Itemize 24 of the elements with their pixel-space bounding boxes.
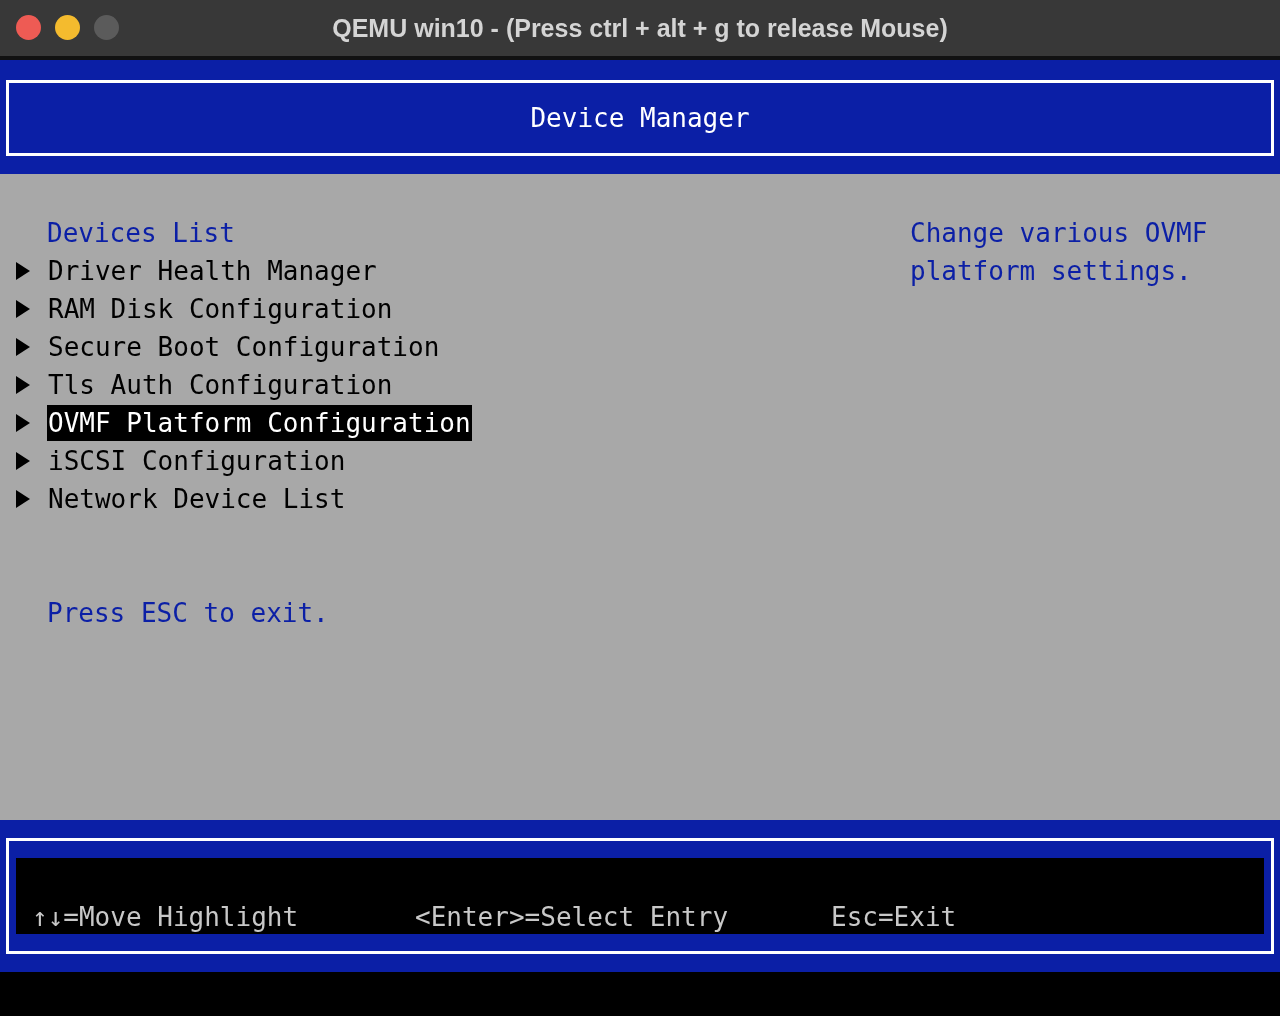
triangle-icon <box>16 490 30 508</box>
triangle-icon <box>16 452 30 470</box>
window-title: QEMU win10 - (Press ctrl + alt + g to release Mouse) <box>332 13 948 43</box>
help-text: Change various OVMF platform settings. <box>910 217 1209 288</box>
menu-item[interactable]: Driver Health Manager <box>47 253 378 289</box>
triangle-icon <box>16 338 30 356</box>
triangle-icon <box>16 414 30 432</box>
close-button[interactable] <box>16 15 41 40</box>
exit-hint: Press ESC to exit. <box>47 598 329 628</box>
section-title: Devices List <box>47 218 235 248</box>
triangle-icon <box>16 300 30 318</box>
page-title: Device Manager <box>530 103 750 133</box>
menu-item[interactable]: Tls Auth Configuration <box>47 367 394 403</box>
key-hint: <Enter>=Select Entry <box>415 902 730 932</box>
menu-item[interactable]: iSCSI Configuration <box>47 443 347 479</box>
minimize-button[interactable] <box>55 15 80 40</box>
triangle-icon <box>16 262 30 280</box>
key-hint: Esc=Exit <box>831 902 957 932</box>
menu-item[interactable]: OVMF Platform Configuration <box>47 405 472 441</box>
key-hint: ↑↓=Move Highlight <box>32 902 300 932</box>
triangle-icon <box>16 376 30 394</box>
menu-item[interactable]: Network Device List <box>47 481 347 517</box>
menu-item[interactable]: RAM Disk Configuration <box>47 291 394 327</box>
menu-item[interactable]: Secure Boot Configuration <box>47 329 441 365</box>
